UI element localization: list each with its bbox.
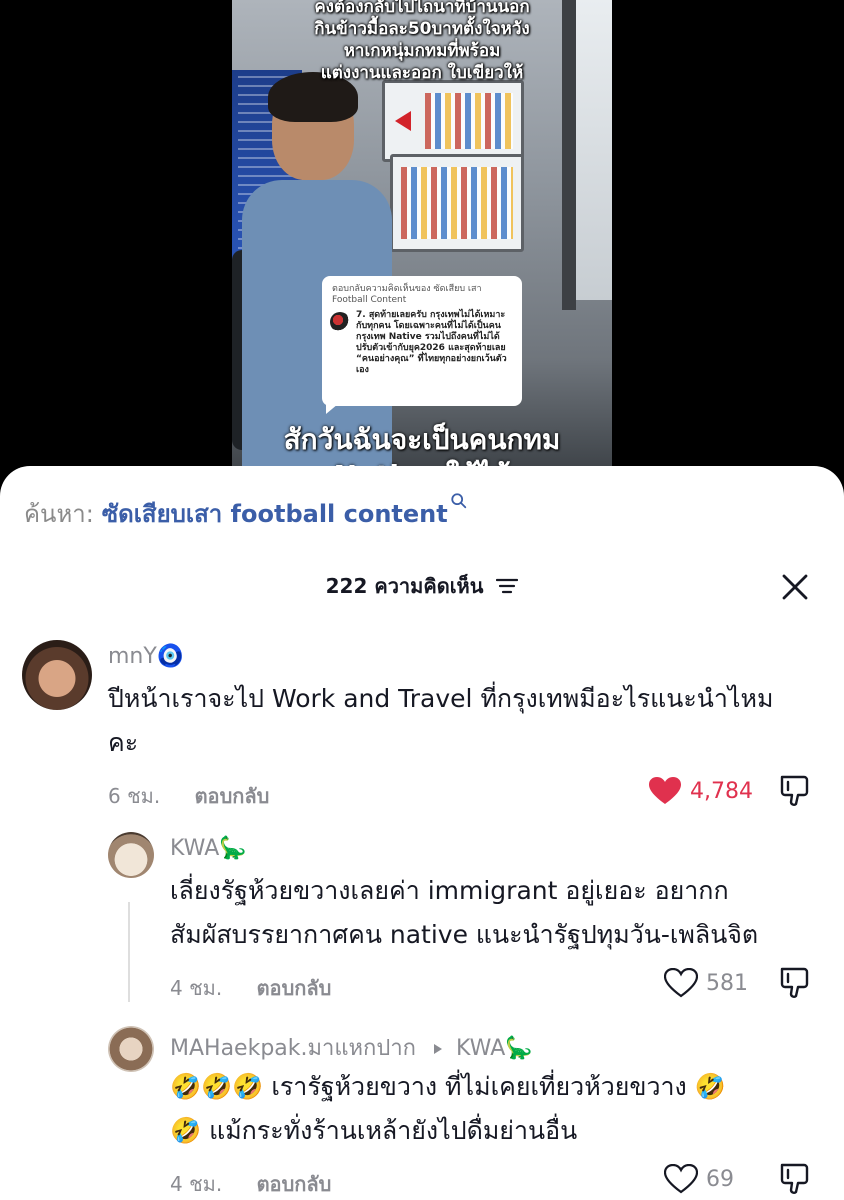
search-icon[interactable] — [450, 492, 468, 510]
reply-button[interactable]: ตอบกลับ — [195, 784, 270, 808]
search-label: ค้นหา: — [24, 500, 94, 528]
reply-text-line-2: สัมผัสบรรยากาศคน native แนะนำรัฐปทุมวัน-… — [170, 920, 759, 949]
comments-header: 222 ความคิดเห็น — [0, 566, 844, 610]
like-count: 581 — [706, 970, 748, 996]
like-count: 4,784 — [690, 778, 753, 804]
comments-sheet: ค้นหา: ซัดเสียบเสา football content 222 … — [0, 466, 844, 1200]
dislike-icon[interactable] — [778, 966, 812, 1000]
reply-item: KWA🦕 เลี่ยงรัฐห้วยขวางเลยค่า immigrant อ… — [0, 828, 844, 1008]
red-arrow-icon — [395, 111, 411, 131]
reply-username[interactable]: MAHaekpak.มาแหกปาก KWA🦕 — [170, 1030, 533, 1065]
reply-username[interactable]: KWA🦕 — [170, 836, 247, 861]
avatar[interactable] — [22, 640, 92, 710]
reply-button[interactable]: ตอบกลับ — [257, 1172, 332, 1196]
comments-count-title[interactable]: 222 ความคิดเห็น — [0, 570, 844, 602]
avatar[interactable] — [108, 1026, 154, 1072]
close-icon[interactable] — [780, 572, 810, 602]
dislike-icon[interactable] — [778, 774, 812, 808]
reply-text: 🤣🤣🤣 เรารัฐห้วยขวาง ที่ไม่เคยเที่ยวห้วยขว… — [170, 1072, 726, 1101]
reply-meta: 4 ชม. ตอบกลับ — [170, 972, 331, 1004]
avatar[interactable] — [108, 832, 154, 878]
heart-icon — [649, 777, 681, 804]
heart-icon — [664, 968, 698, 998]
comment-item: mnY🧿 ปีหน้าเราจะไป Work and Travel ที่กร… — [0, 638, 844, 818]
video-player[interactable]: คงต้องกลับไปไถนาที่บ้านนอก กินข้าวมื้อละ… — [0, 0, 844, 500]
sign-logos — [401, 167, 513, 239]
comments-count: 222 ความคิดเห็น — [325, 574, 484, 598]
reply-to-user[interactable]: KWA🦕 — [456, 1036, 533, 1061]
reply-text: เลี่ยงรัฐห้วยขวางเลยค่า immigrant อยู่เย… — [170, 876, 729, 905]
reply-item: MAHaekpak.มาแหกปาก KWA🦕 🤣🤣🤣 เรารัฐห้วยขว… — [0, 1022, 844, 1200]
reply-card-body: 7. สุดท้ายเลยครับ กรุงเทพไม่ได้เหมาะกับท… — [356, 310, 507, 375]
search-suggestion[interactable]: ค้นหา: ซัดเสียบเสา football content — [24, 493, 468, 532]
comment-meta: 6 ชม. ตอบกลับ — [108, 780, 269, 812]
comment-text: ปีหน้าเราจะไป Work and Travel ที่กรุงเทพ… — [108, 684, 774, 713]
directory-sign-top — [382, 80, 524, 162]
reply-time: 4 ชม. — [170, 976, 223, 1000]
reply-text-line-2: 🤣 แม้กระทั่งร้านเหล้ายังไปดื่มย่านอื่น — [170, 1116, 578, 1145]
comment-username[interactable]: mnY🧿 — [108, 644, 184, 669]
reply-time: 4 ชม. — [170, 1172, 223, 1196]
comment-time: 6 ชม. — [108, 784, 161, 808]
video-caption-bottom: สักวันฉันจะเป็นคนกทม — [283, 423, 561, 456]
like-count: 69 — [706, 1166, 734, 1192]
comment-text-line-2: คะ — [108, 728, 139, 757]
play-triangle-icon — [434, 1044, 443, 1054]
sign-logos — [425, 93, 513, 149]
like-button[interactable]: 4,784 — [648, 776, 753, 806]
search-query[interactable]: ซัดเสียบเสา football content — [102, 496, 448, 532]
reply-button[interactable]: ตอบกลับ — [257, 976, 332, 1000]
heart-icon — [664, 1164, 698, 1194]
video-caption-top: คงต้องกลับไปไถนาที่บ้านนอก กินข้าวมื้อละ… — [314, 0, 530, 83]
reply-card-avatar — [330, 312, 350, 332]
filter-icon[interactable] — [496, 577, 519, 595]
reply-card-header: ตอบกลับความคิดเห็นของ ซัดเสียบ เสา Footb… — [332, 284, 482, 305]
reply-author[interactable]: MAHaekpak.มาแหกปาก — [170, 1036, 416, 1061]
reply-meta: 4 ชม. ตอบกลับ — [170, 1168, 331, 1200]
dislike-icon[interactable] — [778, 1162, 812, 1196]
like-button[interactable]: 581 — [664, 968, 748, 998]
reply-comment-card[interactable]: ตอบกลับความคิดเห็นของ ซัดเสียบ เสา Footb… — [322, 276, 522, 414]
directory-sign-bottom — [390, 154, 524, 252]
like-button[interactable]: 69 — [664, 1164, 734, 1194]
thread-line — [128, 902, 130, 1002]
